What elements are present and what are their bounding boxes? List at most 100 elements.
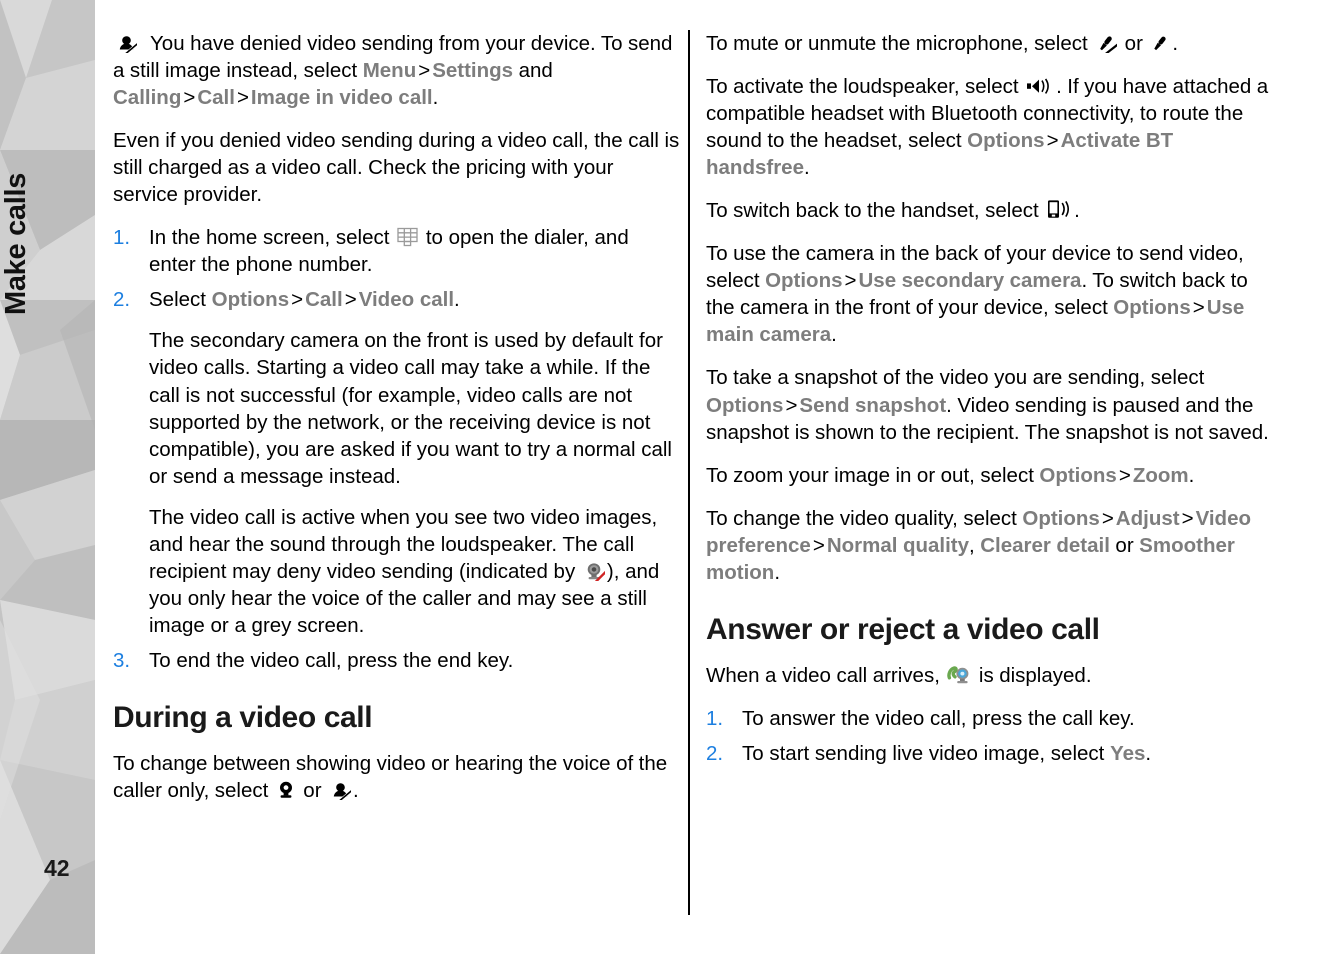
handset-text-a: To switch back to the handset, select: [706, 199, 1045, 223]
menu-path-options: Options: [1039, 463, 1117, 487]
paragraph-charging-notice: Even if you denied video sending during …: [113, 129, 680, 207]
period: .: [1145, 741, 1152, 765]
mute-text-or: or: [1119, 32, 1149, 55]
handset-text-end: .: [1074, 199, 1080, 223]
mic-muted-icon: [1095, 33, 1118, 53]
arrives-text-a: When a video call arrives,: [706, 663, 946, 687]
step2-subparagraph-1: The secondary camera on the front is use…: [149, 329, 672, 488]
path-separator: >: [1192, 296, 1205, 320]
menu-option-yes: Yes: [1110, 741, 1146, 765]
path-separator: >: [418, 59, 431, 83]
path-separator: >: [291, 288, 304, 312]
menu-path-calling: Calling: [113, 86, 182, 110]
mute-text-a: To mute or unmute the microphone, select: [706, 32, 1094, 55]
chapter-title: Make calls: [0, 172, 32, 315]
period: .: [1188, 463, 1195, 487]
conjunction-and: and: [513, 59, 553, 83]
menu-path-zoom: Zoom: [1132, 463, 1189, 487]
menu-path-use-secondary-camera: Use secondary camera: [858, 269, 1082, 293]
period: .: [831, 323, 837, 347]
step1-text-a: In the home screen, select: [149, 226, 396, 250]
paragraph-zoom: To zoom your image in or out, select Opt…: [706, 462, 1273, 489]
right-column: To mute or unmute the microphone, select…: [706, 30, 1273, 783]
paragraph-change-video-voice: To change between showing video or heari…: [113, 750, 680, 804]
list-item: To answer the video call, press the call…: [706, 705, 1135, 732]
step2-text-a: Select: [149, 288, 212, 312]
incoming-video-call-icon: [947, 664, 971, 685]
menu-path-call: Call: [305, 288, 343, 312]
period: .: [774, 560, 781, 584]
list-item: In the home screen, select to open the d…: [113, 224, 680, 278]
during-text-end: .: [353, 779, 359, 803]
heading-answer-or-reject: Answer or reject a video call: [706, 612, 1100, 646]
paragraph-activate-loudspeaker: To activate the loudspeaker, select . If…: [706, 73, 1273, 181]
zoom-text-a: To zoom your image in or out, select: [706, 463, 1040, 487]
during-text-or: or: [297, 779, 328, 803]
menu-path-image-in-video-call: Image in video call: [250, 86, 433, 110]
path-separator: >: [812, 533, 825, 557]
menu-option-normal-quality: Normal quality: [826, 533, 970, 557]
menu-path-options: Options: [967, 129, 1045, 153]
menu-path-adjust: Adjust: [1115, 506, 1180, 530]
quality-text-a: To change the video quality, select: [706, 506, 1023, 530]
path-separator: >: [236, 86, 249, 110]
heading-during-a-video-call: During a video call: [113, 700, 373, 734]
mute-text-end: .: [1172, 32, 1179, 55]
step2-subparagraph-2: The video call is active when you see tw…: [149, 504, 680, 639]
path-separator: >: [1046, 129, 1059, 153]
conjunction-or: or: [1109, 533, 1140, 557]
paragraph-mute-microphone: To mute or unmute the microphone, select…: [706, 30, 1273, 57]
loudspeaker-text-a: To activate the loudspeaker, select: [706, 75, 1025, 99]
paragraph-video-quality: To change the video quality, select Opti…: [706, 505, 1273, 586]
chapter-sidebar: Make calls 42: [0, 0, 95, 954]
menu-path-options: Options: [1113, 296, 1191, 320]
path-separator: >: [1181, 506, 1194, 530]
paragraph-video-call-arrives: When a video call arrives, is displayed.: [706, 662, 1273, 689]
menu-option-clearer-detail: Clearer detail: [980, 533, 1110, 557]
list-item: To end the video call, press the end key…: [113, 647, 514, 674]
video-off-icon: [115, 33, 137, 53]
comma: ,: [969, 533, 981, 557]
column-divider: [688, 30, 690, 915]
snapshot-text-a: To take a snapshot of the video you are …: [706, 366, 1205, 390]
sub2-text-a: The video call is active when you see tw…: [149, 505, 658, 583]
loudspeaker-icon: [1026, 76, 1054, 96]
menu-path-send-snapshot: Send snapshot: [799, 393, 947, 417]
path-separator: >: [183, 86, 196, 110]
paragraph-use-back-camera: To use the camera in the back of your de…: [706, 240, 1273, 348]
menu-path-options: Options: [1022, 506, 1100, 530]
path-separator: >: [844, 269, 857, 293]
handset-speaker-icon: [1046, 198, 1072, 220]
dialer-keypad-icon: [397, 226, 418, 247]
menu-path-options: Options: [211, 288, 290, 312]
webcam-icon: [276, 780, 296, 800]
path-separator: >: [785, 393, 798, 417]
list-item: To start sending live video image, selec…: [706, 740, 1273, 767]
video-off-head-icon: [329, 780, 352, 801]
period: .: [432, 86, 439, 110]
page-number: 42: [44, 855, 70, 881]
left-column: You have denied video sending from your …: [113, 30, 680, 820]
period: .: [454, 288, 460, 312]
answer-step2-text-a: To start sending live video image, selec…: [742, 741, 1111, 765]
note-denied-video-sending: You have denied video sending from your …: [113, 30, 680, 111]
menu-path-menu: Menu: [362, 59, 417, 83]
arrives-text-b: is displayed.: [973, 663, 1092, 687]
menu-path-settings: Settings: [432, 59, 514, 83]
menu-path-video-call: Video call: [358, 288, 455, 312]
period: .: [803, 156, 810, 180]
camera-denied-icon: [583, 561, 605, 581]
during-text-a: To change between showing video or heari…: [113, 751, 668, 803]
menu-path-options: Options: [765, 269, 843, 293]
path-separator: >: [1118, 463, 1131, 487]
menu-path-call: Call: [197, 86, 235, 110]
paragraph-switch-to-handset: To switch back to the handset, select .: [706, 197, 1273, 224]
paragraph-send-snapshot: To take a snapshot of the video you are …: [706, 364, 1273, 445]
page-content: You have denied video sending from your …: [95, 0, 1322, 954]
path-separator: >: [1101, 506, 1114, 530]
menu-path-options: Options: [706, 393, 784, 417]
path-separator: >: [344, 288, 357, 312]
answer-call-steps-list: To answer the video call, press the call…: [706, 705, 1273, 767]
mic-active-icon: [1150, 33, 1170, 53]
video-call-steps-list: In the home screen, select to open the d…: [113, 224, 680, 674]
